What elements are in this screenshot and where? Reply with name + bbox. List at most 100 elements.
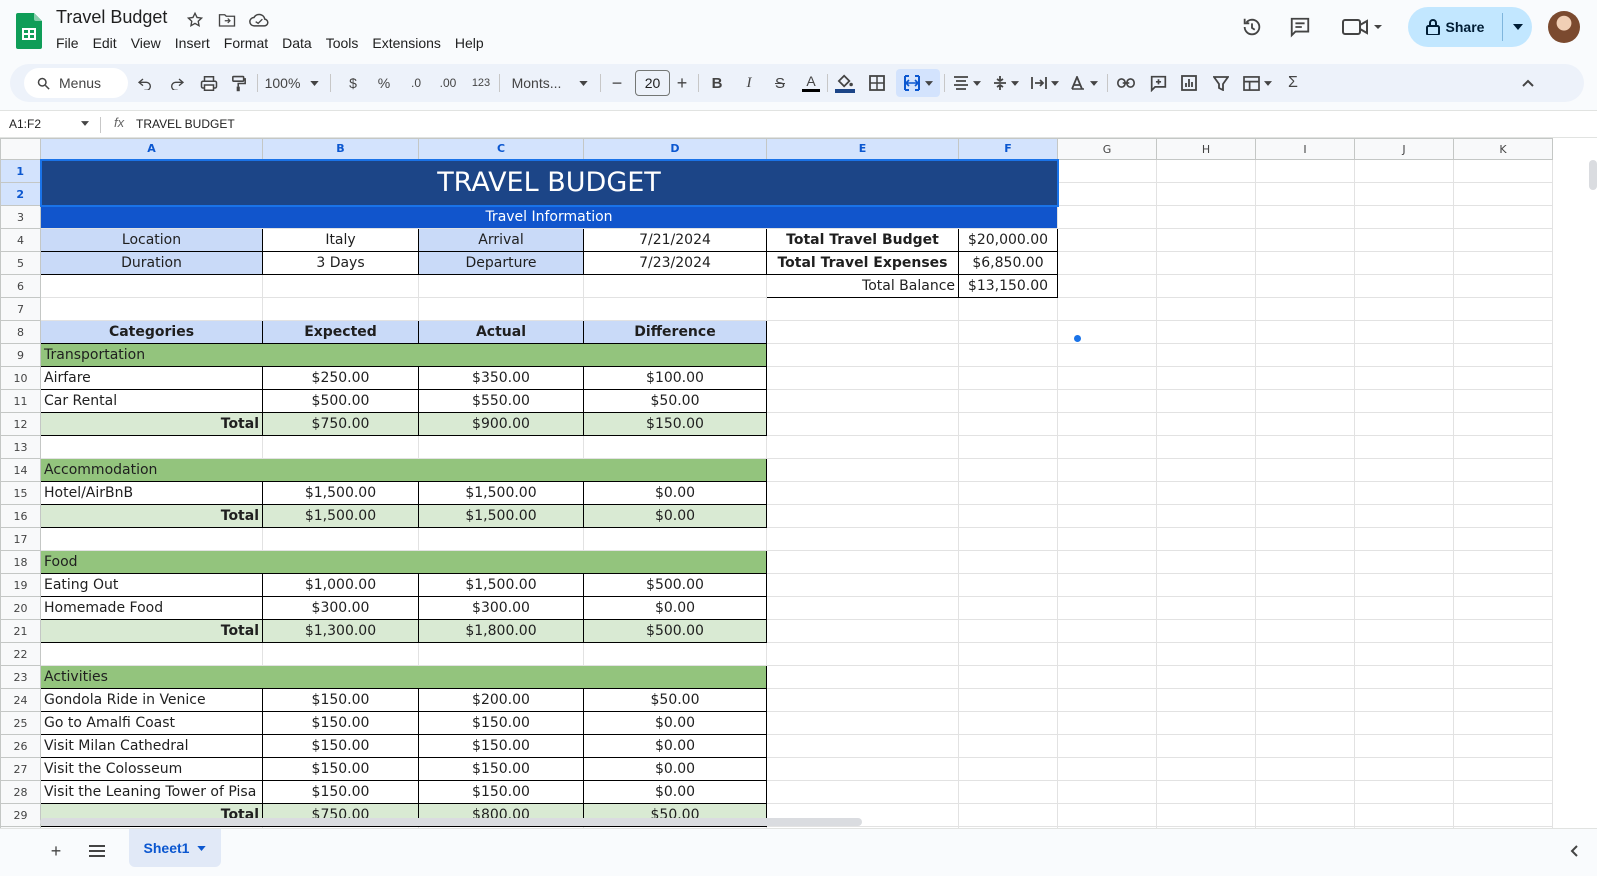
total-amount[interactable]: $150.00 xyxy=(583,412,767,436)
cell[interactable] xyxy=(1156,366,1256,390)
cell[interactable] xyxy=(1255,251,1355,275)
cell[interactable] xyxy=(1453,458,1553,482)
percent-format-button[interactable]: % xyxy=(374,64,394,102)
cell[interactable] xyxy=(1354,665,1454,689)
cell[interactable] xyxy=(958,527,1058,551)
row-header[interactable]: 15 xyxy=(0,481,41,505)
menus-search[interactable]: Menus xyxy=(24,68,128,98)
share-dropdown-arrow-icon[interactable] xyxy=(1503,7,1532,47)
cell[interactable] xyxy=(1354,389,1454,413)
document-title[interactable]: Travel Budget xyxy=(56,7,167,28)
cell[interactable] xyxy=(1057,803,1157,827)
cell[interactable] xyxy=(418,435,584,459)
total-balance-value[interactable]: $13,150.00 xyxy=(958,274,1058,298)
expense-amount[interactable]: $550.00 xyxy=(418,389,584,413)
cell[interactable] xyxy=(766,481,959,505)
cell[interactable] xyxy=(1354,527,1454,551)
expense-item-name[interactable]: Visit the Leaning Tower of Pisa xyxy=(40,780,263,804)
row-header[interactable]: 24 xyxy=(0,688,41,712)
cell[interactable] xyxy=(1156,573,1256,597)
menu-format[interactable]: Format xyxy=(217,33,275,53)
cell[interactable] xyxy=(1354,573,1454,597)
duration-value[interactable]: 3 Days xyxy=(262,251,419,275)
cell[interactable] xyxy=(766,504,959,528)
cell[interactable] xyxy=(1354,435,1454,459)
cell[interactable] xyxy=(1156,274,1256,298)
expense-amount[interactable]: $1,000.00 xyxy=(262,573,419,597)
redo-icon[interactable] xyxy=(166,64,188,102)
cell[interactable] xyxy=(1057,412,1157,436)
cell[interactable] xyxy=(1156,642,1256,666)
font-size-input[interactable]: 20 xyxy=(635,70,670,96)
cell[interactable] xyxy=(1453,366,1553,390)
cell[interactable] xyxy=(1453,757,1553,781)
horizontal-align-icon[interactable] xyxy=(950,64,984,102)
cell[interactable] xyxy=(1453,389,1553,413)
all-sheets-icon[interactable] xyxy=(83,837,111,865)
move-folder-icon[interactable] xyxy=(215,9,239,31)
menu-edit[interactable]: Edit xyxy=(86,33,124,53)
cell[interactable] xyxy=(1255,274,1355,298)
expense-amount[interactable]: $500.00 xyxy=(262,389,419,413)
strikethrough-icon[interactable]: S xyxy=(770,64,790,102)
row-header[interactable]: 9 xyxy=(0,343,41,367)
cell[interactable] xyxy=(1057,504,1157,528)
expense-item-name[interactable]: Go to Amalfi Coast xyxy=(40,711,263,735)
expense-amount[interactable]: $0.00 xyxy=(583,757,767,781)
cell[interactable] xyxy=(1354,205,1454,229)
currency-format-button[interactable]: $ xyxy=(343,64,363,102)
cell[interactable] xyxy=(583,642,767,666)
cell[interactable] xyxy=(40,435,263,459)
category-row[interactable]: Activities xyxy=(40,665,767,689)
cell[interactable] xyxy=(1057,458,1157,482)
star-icon[interactable] xyxy=(183,9,207,31)
cell[interactable] xyxy=(1156,688,1256,712)
spreadsheet-grid[interactable]: ABCDEFGHIJK 1 TRAVEL BUDGET 2 3 Travel Infor… xyxy=(0,138,1597,828)
cell[interactable] xyxy=(1453,481,1553,505)
cell[interactable] xyxy=(1255,665,1355,689)
cell[interactable] xyxy=(958,435,1058,459)
cell[interactable] xyxy=(1057,159,1157,183)
cell[interactable] xyxy=(1057,550,1157,574)
cell[interactable] xyxy=(1255,159,1355,183)
column-header[interactable]: J xyxy=(1354,138,1454,160)
row-header[interactable]: 19 xyxy=(0,573,41,597)
tab-sheet1[interactable]: Sheet1 xyxy=(129,829,221,867)
cell[interactable] xyxy=(1453,642,1553,666)
cell[interactable] xyxy=(1057,596,1157,620)
category-row[interactable]: Food xyxy=(40,550,767,574)
cell[interactable] xyxy=(1156,458,1256,482)
expense-amount[interactable]: $150.00 xyxy=(418,734,584,758)
column-header[interactable]: E xyxy=(766,138,959,160)
insert-comment-icon[interactable] xyxy=(1147,64,1169,102)
cell[interactable] xyxy=(40,274,263,298)
cell[interactable] xyxy=(1156,297,1256,321)
undo-icon[interactable] xyxy=(134,64,156,102)
decrease-decimal-button[interactable]: .0 xyxy=(404,64,428,102)
cell[interactable] xyxy=(766,711,959,735)
total-amount[interactable]: $750.00 xyxy=(262,412,419,436)
cell[interactable] xyxy=(1453,228,1553,252)
column-header[interactable]: H xyxy=(1156,138,1256,160)
location-value[interactable]: Italy xyxy=(262,228,419,252)
cell[interactable] xyxy=(1057,527,1157,551)
row-header[interactable]: 20 xyxy=(0,596,41,620)
cell[interactable] xyxy=(1255,573,1355,597)
font-select[interactable]: Monts... xyxy=(506,64,594,102)
cell[interactable] xyxy=(1255,688,1355,712)
cell[interactable] xyxy=(1255,435,1355,459)
cell[interactable] xyxy=(1453,573,1553,597)
column-header[interactable]: B xyxy=(262,138,419,160)
comments-icon[interactable] xyxy=(1287,14,1313,40)
text-wrapping-icon[interactable] xyxy=(1028,64,1062,102)
merge-cells-icon[interactable] xyxy=(896,69,940,97)
cell[interactable] xyxy=(1354,780,1454,804)
cell[interactable] xyxy=(1057,573,1157,597)
insert-chart-icon[interactable] xyxy=(1178,64,1200,102)
row-header[interactable]: 26 xyxy=(0,734,41,758)
expense-amount[interactable]: $50.00 xyxy=(583,688,767,712)
cloud-saved-icon[interactable] xyxy=(247,9,271,31)
cell[interactable] xyxy=(1255,504,1355,528)
cell[interactable] xyxy=(1453,251,1553,275)
cell[interactable] xyxy=(766,366,959,390)
